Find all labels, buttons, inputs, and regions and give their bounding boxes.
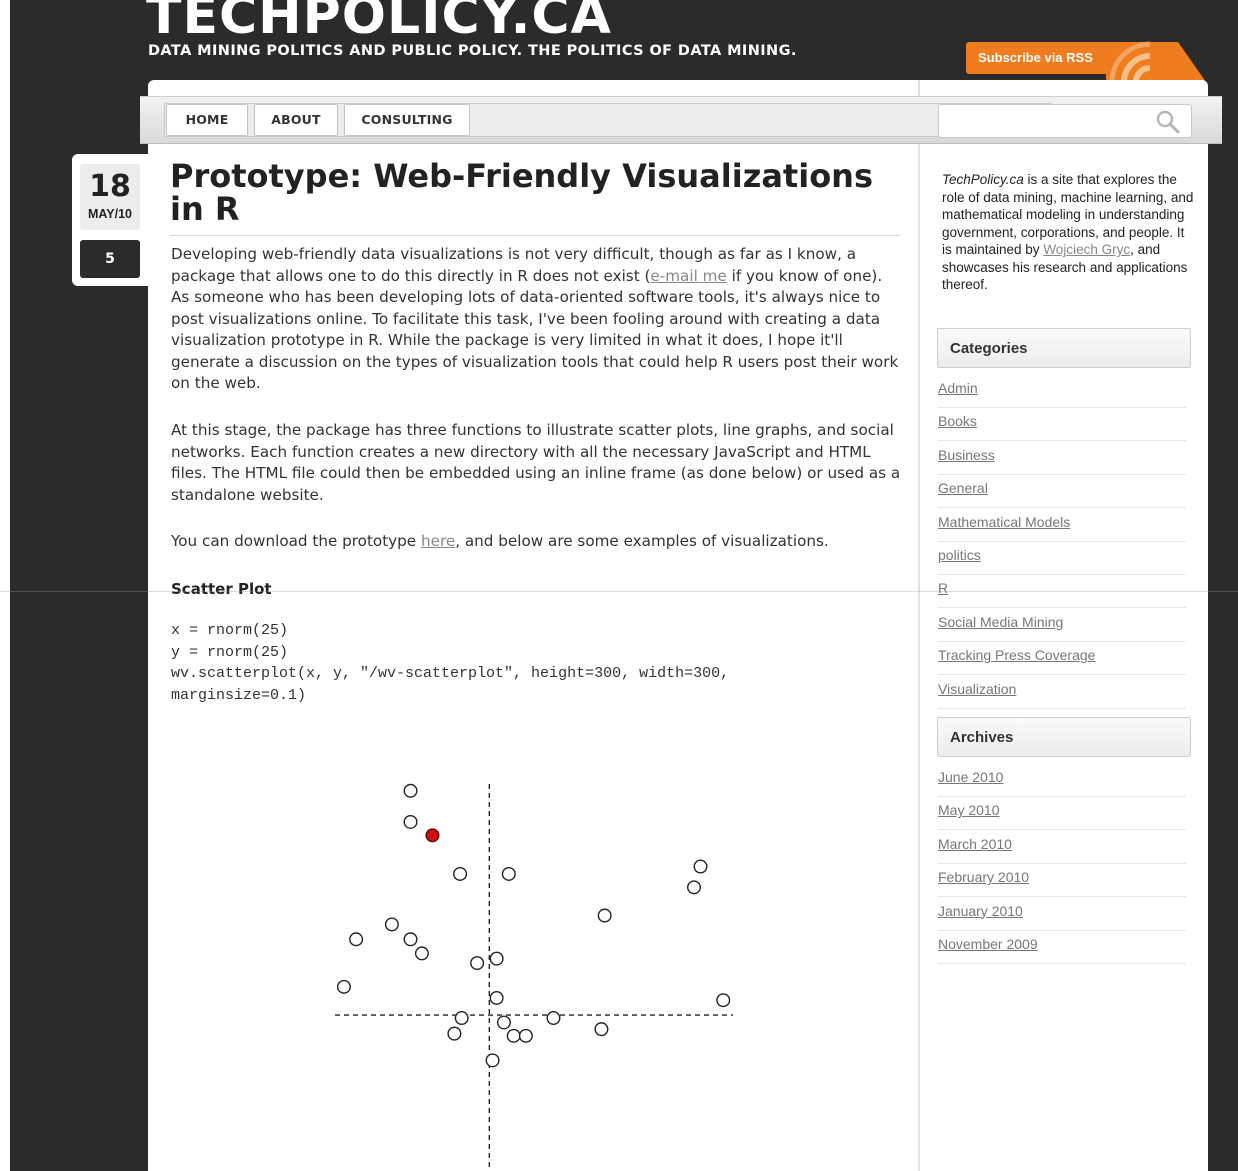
- scatter-point[interactable]: [687, 880, 702, 895]
- scatter-point[interactable]: [716, 993, 731, 1008]
- scatter-point[interactable]: [489, 990, 504, 1005]
- category-link[interactable]: Mathematical Models: [938, 509, 1186, 542]
- scatter-point[interactable]: [403, 814, 418, 829]
- category-link[interactable]: Tracking Press Coverage: [938, 642, 1186, 676]
- scatter-point[interactable]: [403, 783, 418, 798]
- nav-about[interactable]: ABOUT: [254, 104, 338, 136]
- scatter-point[interactable]: [594, 1022, 609, 1037]
- category-link[interactable]: Books: [938, 408, 1186, 442]
- nav-home[interactable]: HOME: [166, 104, 248, 136]
- post-paragraph-3-text-cont: , and below are some examples of visuali…: [455, 532, 829, 550]
- scatter-point[interactable]: [506, 1028, 521, 1043]
- post-date-day: 18: [89, 169, 131, 204]
- category-link[interactable]: Business: [938, 442, 1186, 475]
- post-paragraph-1: Developing web-friendly data visualizati…: [171, 244, 901, 395]
- download-link[interactable]: here: [421, 532, 455, 550]
- scatter-point[interactable]: [403, 932, 418, 947]
- scatter-point[interactable]: [414, 946, 429, 961]
- page-left-edge: [0, 0, 10, 1171]
- scatter-point[interactable]: [453, 866, 468, 881]
- scatter-point[interactable]: [349, 932, 364, 947]
- scatter-point[interactable]: [470, 956, 485, 971]
- category-link[interactable]: Admin: [938, 375, 1186, 408]
- comment-count[interactable]: 5: [80, 240, 140, 278]
- scatter-point[interactable]: [518, 1028, 533, 1043]
- archives-heading: Archives: [937, 717, 1191, 757]
- sidebar-about: TechPolicy.ca is a site that explores th…: [942, 171, 1194, 294]
- rss-feed-icon[interactable]: [1106, 38, 1206, 82]
- archive-link[interactable]: February 2010: [938, 864, 1186, 898]
- scatter-chart: [335, 783, 733, 1171]
- author-link[interactable]: Wojciech Gryc: [1043, 242, 1130, 257]
- title-divider: [170, 235, 900, 236]
- scatter-point[interactable]: [496, 1015, 511, 1030]
- post-date: 18 MAY/10: [80, 164, 140, 230]
- scatter-point[interactable]: [489, 951, 504, 966]
- archive-link[interactable]: May 2010: [938, 797, 1186, 831]
- code-block: x = rnorm(25) y = rnorm(25) wv.scatterpl…: [171, 622, 730, 704]
- categories-heading: Categories: [937, 328, 1191, 368]
- scatter-point[interactable]: [447, 1026, 462, 1041]
- rss-subscribe[interactable]: Subscribe via RSS: [966, 38, 1206, 82]
- archive-link[interactable]: January 2010: [938, 898, 1186, 931]
- scatter-point[interactable]: [336, 979, 351, 994]
- post-date-month: MAY/10: [87, 207, 132, 221]
- site-title[interactable]: TECHPOLICY.CA: [146, 0, 612, 46]
- scatter-point[interactable]: [597, 908, 612, 923]
- post-paragraph-3-text: You can download the prototype: [171, 532, 421, 550]
- archive-link[interactable]: June 2010: [938, 764, 1186, 797]
- archive-link[interactable]: March 2010: [938, 831, 1186, 864]
- site-tagline: DATA MINING POLITICS AND PUBLIC POLICY. …: [148, 43, 797, 59]
- rss-subscribe-button[interactable]: Subscribe via RSS: [966, 42, 1116, 74]
- category-link[interactable]: General: [938, 475, 1186, 509]
- search-input[interactable]: [938, 104, 1192, 138]
- scatter-point[interactable]: [546, 1011, 561, 1026]
- post-paragraph-1-text-cont: if you know of one). As someone who has …: [171, 266, 899, 393]
- archive-link[interactable]: November 2009: [938, 931, 1186, 964]
- magnifier-icon[interactable]: [1155, 109, 1181, 135]
- scatter-point-highlighted[interactable]: [425, 828, 440, 843]
- scatter-point[interactable]: [454, 1011, 469, 1026]
- category-link[interactable]: Social Media Mining: [938, 609, 1186, 642]
- post-paragraph-3: You can download the prototype here, and…: [171, 531, 901, 553]
- scatter-point[interactable]: [384, 917, 399, 932]
- post-paragraph-2: At this stage, the package has three fun…: [171, 421, 901, 504]
- category-link[interactable]: Visualization: [938, 676, 1186, 709]
- email-link[interactable]: e-mail me: [650, 267, 726, 285]
- scatter-point[interactable]: [485, 1053, 500, 1068]
- nav-consulting[interactable]: CONSULTING: [344, 104, 470, 136]
- about-site-name: TechPolicy.ca: [942, 172, 1024, 187]
- category-link[interactable]: politics: [938, 542, 1186, 575]
- scatter-point[interactable]: [693, 859, 708, 874]
- post-title[interactable]: Prototype: Web-Friendly Visualizations i…: [170, 160, 900, 226]
- scatter-point[interactable]: [501, 866, 516, 881]
- screenshot-seam: [0, 591, 1238, 592]
- column-separator: [918, 144, 920, 1171]
